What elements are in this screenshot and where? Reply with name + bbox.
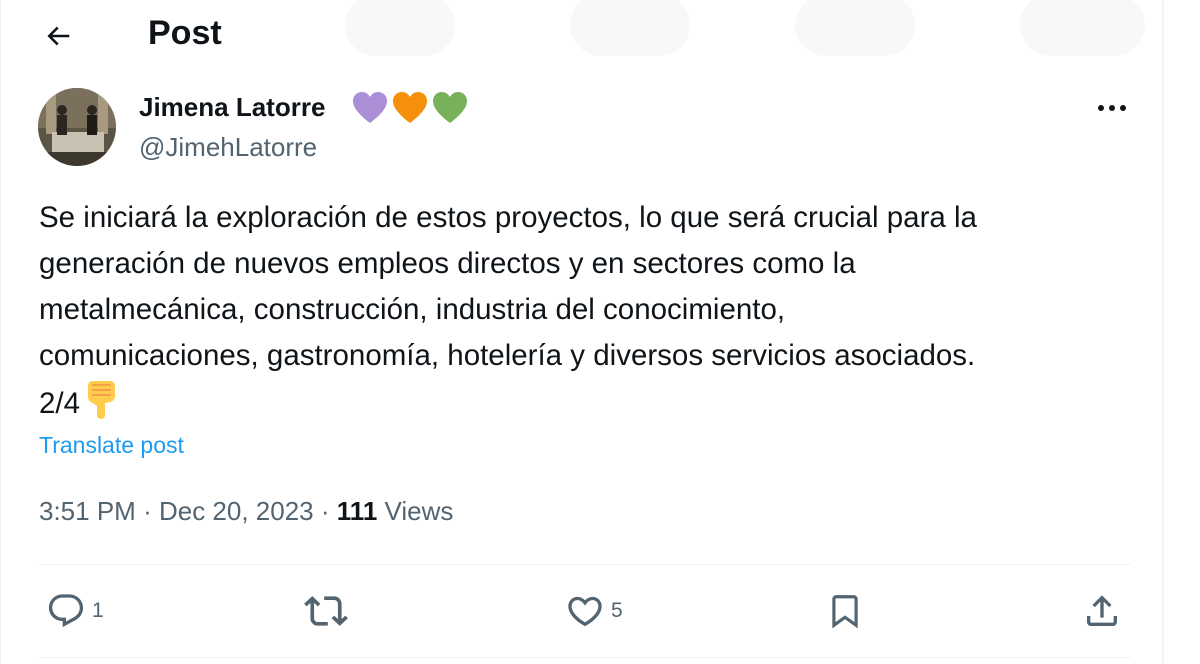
post-text-line: comunicaciones, gastronomía, hotelería y… xyxy=(39,339,976,372)
views-label: Views xyxy=(384,496,454,526)
blurred-nav-element xyxy=(570,0,690,56)
post-text-line: metalmecánica, construcción, industria d… xyxy=(39,293,786,326)
post-metadata: 3:51 PM · Dec 20, 2023 · 111 Views xyxy=(39,496,453,527)
purple-heart-icon xyxy=(353,92,387,123)
orange-heart-icon xyxy=(393,92,427,123)
avatar-photo xyxy=(38,88,116,166)
divider-bottom xyxy=(39,657,1131,658)
name-emojis xyxy=(352,91,468,125)
reply-count: 1 xyxy=(92,599,104,622)
right-border xyxy=(1162,0,1164,664)
pointing-down-hand-icon xyxy=(84,379,118,433)
back-button[interactable] xyxy=(36,14,80,58)
author-handle[interactable]: @JimehLatorre xyxy=(139,132,317,163)
repost-button[interactable] xyxy=(304,587,354,635)
arrow-left-icon xyxy=(47,26,70,46)
like-button[interactable]: 5 xyxy=(565,587,623,635)
post-time[interactable]: 3:51 PM xyxy=(39,496,136,526)
reply-icon xyxy=(48,594,84,628)
post-text-line-last: 2/4 xyxy=(39,379,1139,433)
reply-button[interactable]: 1 xyxy=(46,587,104,635)
more-horizontal-icon xyxy=(1098,105,1126,111)
heart-outline-icon xyxy=(568,596,602,627)
share-icon xyxy=(1087,595,1117,626)
blurred-nav-element xyxy=(795,0,915,56)
translate-post-link[interactable]: Translate post xyxy=(39,432,184,459)
page-title: Post xyxy=(148,14,222,52)
green-heart-icon xyxy=(433,92,467,123)
bookmark-icon xyxy=(832,595,858,629)
share-button[interactable] xyxy=(1082,587,1122,635)
meta-separator: · xyxy=(320,496,330,526)
divider-top xyxy=(39,564,1131,565)
views-count: 111 xyxy=(336,496,378,526)
thread-counter: 2/4 xyxy=(39,387,81,420)
author-name[interactable]: Jimena Latorre xyxy=(139,92,325,123)
repost-icon xyxy=(304,596,348,626)
post-text-line: generación de nuevos empleos directos y … xyxy=(39,247,856,280)
post-text-line: Se iniciará la exploración de estos proy… xyxy=(39,201,977,234)
like-count: 5 xyxy=(611,599,623,622)
more-options-button[interactable] xyxy=(1092,92,1132,124)
meta-separator: · xyxy=(143,496,152,526)
blurred-nav-element xyxy=(1020,0,1145,56)
blurred-nav-element xyxy=(345,0,455,56)
left-border xyxy=(0,0,1,664)
bookmark-button[interactable] xyxy=(826,587,864,635)
avatar[interactable] xyxy=(38,88,116,166)
post-text: Se iniciará la exploración de estos proy… xyxy=(39,195,1139,433)
post-date[interactable]: Dec 20, 2023 xyxy=(159,496,314,526)
post-header: Post xyxy=(0,0,1162,70)
